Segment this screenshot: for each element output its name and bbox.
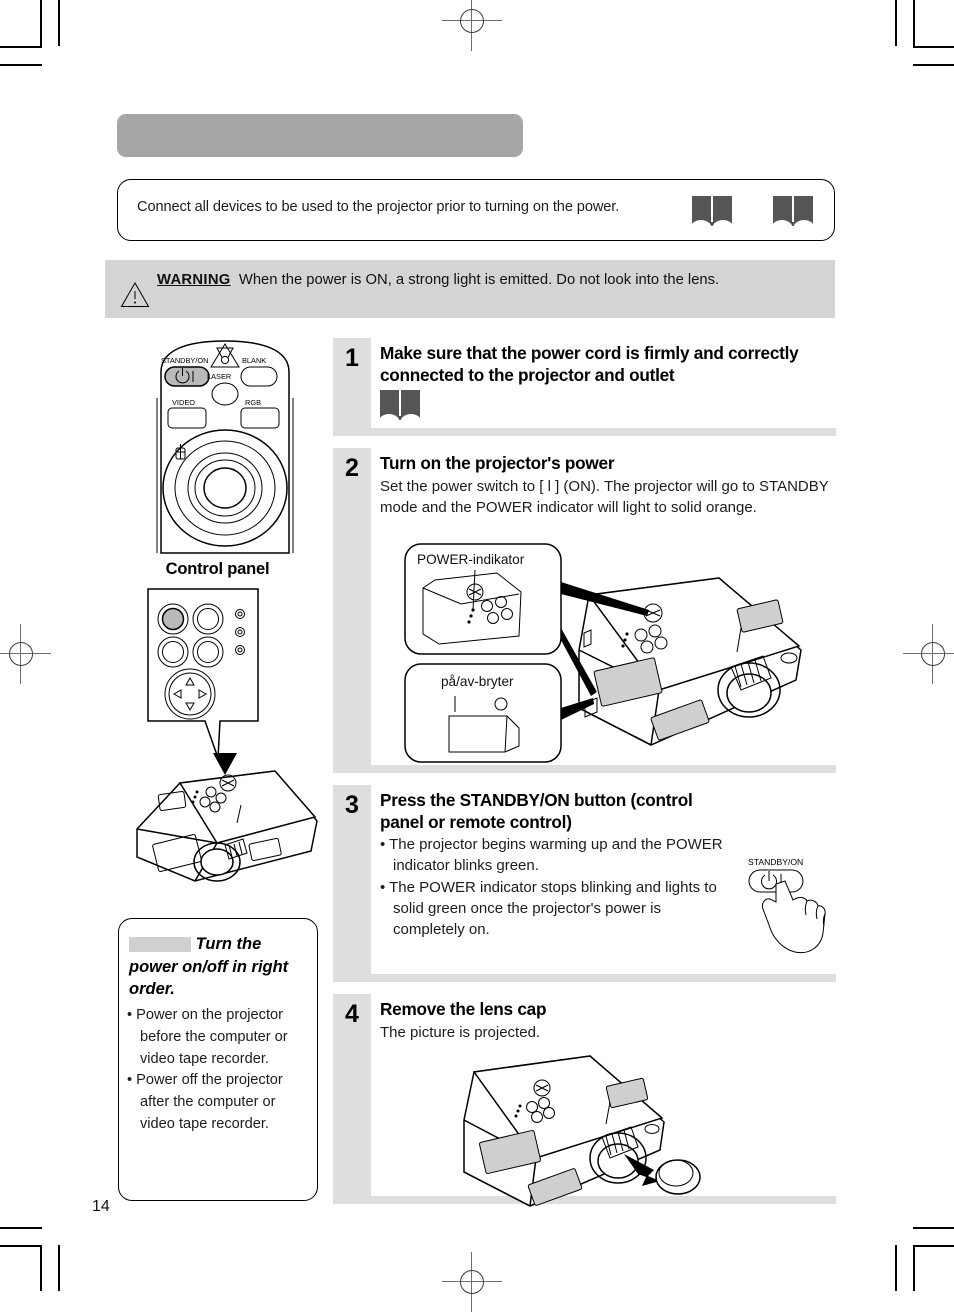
crop-mark-bottom-left-corner-v bbox=[40, 1245, 42, 1291]
crop-mark-top-right-h bbox=[913, 46, 954, 48]
step-title: Press the STANDBY/ON button (control pan… bbox=[380, 790, 693, 832]
step-number-column bbox=[333, 448, 371, 765]
step-number: 1 bbox=[345, 344, 359, 372]
step-footer-bar bbox=[333, 974, 836, 982]
step-number: 2 bbox=[345, 454, 359, 482]
standby-on-button-figure: STANDBY/ON bbox=[735, 853, 833, 965]
intro-box: Connect all devices to be used to the pr… bbox=[117, 179, 835, 241]
crop-mark-top-right-h2 bbox=[913, 64, 954, 66]
registration-mark-left bbox=[0, 624, 51, 684]
control-panel-closeup bbox=[145, 586, 270, 761]
warning-label: WARNING bbox=[157, 272, 231, 288]
list-item: • Power off the projector after the comp… bbox=[127, 1072, 283, 1132]
remote-video-label: VIDEO bbox=[172, 398, 195, 407]
note-redacted-label bbox=[129, 937, 191, 953]
book-icon bbox=[692, 196, 732, 226]
crop-mark-bottom-left-h bbox=[0, 1245, 42, 1247]
projector-power-figure: POWER-indikator på/av-bryter bbox=[401, 540, 826, 765]
crop-mark-top-right-corner-v bbox=[913, 0, 915, 46]
step-text: Set the power switch to [ l ] (ON). The … bbox=[380, 477, 829, 516]
crop-mark-top-left-corner-h bbox=[0, 46, 42, 48]
list-item: • Power on the projector before the comp… bbox=[127, 1007, 288, 1067]
step-footer-bar bbox=[333, 428, 836, 436]
crop-mark-bottom-right-v bbox=[895, 1245, 897, 1291]
note-box: Turn the power on/off in right order. • … bbox=[118, 918, 318, 1201]
step-number: 4 bbox=[345, 1000, 359, 1028]
manual-page: Connect all devices to be used to the pr… bbox=[0, 0, 954, 1312]
control-panel-caption: Control panel bbox=[165, 560, 270, 578]
book-icon bbox=[773, 196, 813, 226]
step-title: Make sure that the power cord is firmly … bbox=[380, 343, 799, 385]
section-title-bar bbox=[117, 114, 523, 157]
registration-mark-right bbox=[903, 624, 954, 684]
dpad-icon bbox=[164, 668, 216, 720]
step-body: Turn on the projector's power Set the po… bbox=[380, 448, 836, 518]
standby-on-button-label: STANDBY/ON bbox=[748, 857, 803, 867]
warning-body: When the power is ON, a strong light is … bbox=[238, 272, 720, 288]
step-3: 3 Press the STANDBY/ON button (control p… bbox=[333, 785, 836, 982]
remote-standby-label: STANDBY/ON bbox=[161, 356, 209, 365]
lens-cap-removal-figure bbox=[438, 1034, 738, 1207]
projector-illustration-top-view bbox=[125, 753, 325, 913]
step-body: Make sure that the power cord is firmly … bbox=[380, 338, 836, 386]
remote-rgb-label: RGB bbox=[245, 398, 261, 407]
note-bullet-list: • Power on the projector before the comp… bbox=[127, 1005, 313, 1136]
step-title: Remove the lens cap bbox=[380, 999, 547, 1019]
crop-mark-bottom-left-h2 bbox=[0, 1227, 42, 1229]
callout-power-switch-label: på/av-bryter bbox=[441, 674, 514, 689]
registration-mark-bottom bbox=[442, 1252, 502, 1312]
step-2: 2 Turn on the projector's power Set the … bbox=[333, 448, 836, 773]
crop-mark-top-left-corner-v bbox=[40, 0, 42, 46]
crop-mark-top-right-v bbox=[895, 0, 897, 46]
step-footer-bar bbox=[333, 765, 836, 773]
crop-mark-top-left-h bbox=[0, 64, 42, 66]
remote-control-illustration: STANDBY/ON LASER BLANK VIDEO RGB bbox=[145, 338, 305, 554]
step-4: 4 Remove the lens cap The picture is pro… bbox=[333, 994, 836, 1207]
crop-mark-top-left-v bbox=[58, 0, 60, 46]
crop-mark-bottom-right-h bbox=[913, 1245, 954, 1247]
note-heading: Turn the power on/off in right order. bbox=[129, 933, 307, 1001]
warning-text-block: WARNING When the power is ON, a strong l… bbox=[157, 270, 829, 290]
step-number: 3 bbox=[345, 791, 359, 819]
crop-mark-bottom-right-corner-v bbox=[913, 1245, 915, 1291]
intro-text: Connect all devices to be used to the pr… bbox=[137, 199, 620, 215]
registration-mark-top bbox=[442, 0, 502, 51]
list-item: • The projector begins warming up and th… bbox=[380, 836, 723, 875]
step-1: 1 Make sure that the power cord is firml… bbox=[333, 338, 836, 436]
step-bullets: • The projector begins warming up and th… bbox=[380, 834, 726, 940]
page-number: 14 bbox=[92, 1198, 110, 1215]
list-item: • The POWER indicator stops blinking and… bbox=[380, 878, 717, 939]
book-icon bbox=[380, 390, 420, 420]
remote-blank-label: BLANK bbox=[242, 356, 266, 365]
callout-power-indicator-label: POWER-indikator bbox=[417, 552, 525, 567]
warning-band: WARNING When the power is ON, a strong l… bbox=[105, 260, 835, 318]
crop-mark-bottom-right-h2 bbox=[913, 1227, 954, 1229]
remote-laser-label: LASER bbox=[207, 372, 231, 381]
step-title: Turn on the projector's power bbox=[380, 453, 615, 473]
crop-mark-bottom-left-v bbox=[58, 1245, 60, 1291]
callout-power-switch: på/av-bryter bbox=[404, 663, 562, 763]
steps-column: 1 Make sure that the power cord is firml… bbox=[333, 338, 836, 1216]
callout-power-indicator: POWER-indikator bbox=[404, 543, 562, 655]
